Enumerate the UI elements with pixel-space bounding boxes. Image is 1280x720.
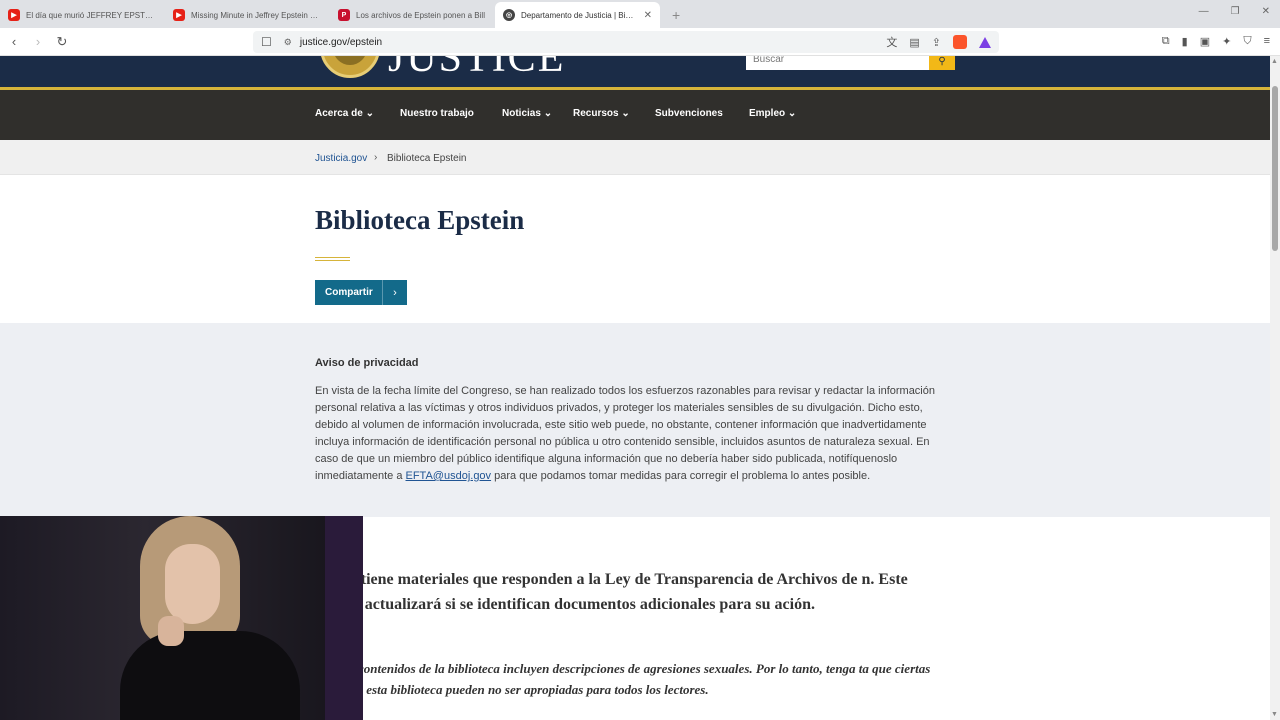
breadcrumb-current: Biblioteca Epstein	[387, 153, 467, 164]
wallet-icon[interactable]: ▣	[1200, 35, 1210, 48]
reader-icon[interactable]: ▤	[909, 36, 919, 49]
email-link[interactable]: EFTA@usdoj.gov	[406, 470, 492, 482]
share-icon[interactable]: ⇪	[932, 36, 941, 49]
nav-item-acerca-de[interactable]: Acerca de ⌄	[315, 108, 374, 119]
screenshot-icon[interactable]: ⧉	[1162, 35, 1170, 48]
nav-item-empleo[interactable]: Empleo ⌄	[749, 108, 796, 119]
chevron-down-icon: ⌄	[787, 108, 797, 119]
site-header: JUSTICE Buscar ⚲	[0, 56, 1270, 90]
breadcrumb: Justicia.gov › Biblioteca Epstein	[0, 140, 1270, 175]
nav-label: Noticias	[502, 108, 541, 119]
page-title: Biblioteca Epstein	[315, 205, 525, 235]
privacy-body: En vista de la fecha límite del Congreso…	[315, 383, 945, 485]
toolbar-right-icons: ⧉ ▮ ▣ ✦ ⛉ ≡	[1162, 35, 1270, 48]
privacy-heading: Aviso de privacidad	[315, 357, 419, 369]
menu-icon[interactable]: ≡	[1264, 35, 1270, 48]
chevron-right-icon: ›	[393, 286, 397, 299]
translate-icon[interactable]: 文	[886, 34, 897, 50]
scroll-down-icon[interactable]: ▼	[1271, 711, 1278, 718]
page-title-section: Biblioteca Epstein Compartir ›	[0, 175, 1270, 323]
main-nav: Acerca de ⌄ Nuestro trabajo Noticias ⌄ R…	[0, 90, 1270, 140]
scroll-up-icon[interactable]: ▲	[1271, 58, 1278, 65]
nav-item-subvenciones[interactable]: Subvenciones	[655, 108, 723, 119]
browser-toolbar: ‹ › ↻ ☐ ⚙ justice.gov/epstein 文 ▤ ⇪ ⧉ ▮ …	[0, 28, 1280, 56]
nav-item-noticias[interactable]: Noticias ⌄	[502, 108, 552, 119]
reload-icon[interactable]: ↻	[52, 34, 72, 50]
nav-item-nuestro-trabajo[interactable]: Nuestro trabajo	[400, 108, 474, 119]
browser-tab-active[interactable]: ◎ Departamento de Justicia | Biblio ✕	[495, 2, 660, 28]
scrollbar-thumb[interactable]	[1272, 86, 1278, 251]
leo-ai-icon[interactable]: ✦	[1222, 35, 1231, 48]
nav-label: Nuestro trabajo	[400, 108, 474, 119]
close-window-icon[interactable]: ✕	[1262, 6, 1270, 17]
share-button[interactable]: Compartir ›	[315, 280, 407, 305]
tab-label: Departamento de Justicia | Biblio	[521, 10, 638, 20]
share-label: Compartir	[325, 287, 373, 298]
chevron-down-icon: ⌄	[621, 108, 630, 119]
new-tab-icon[interactable]: +	[660, 2, 692, 28]
nav-label: Subvenciones	[655, 108, 723, 119]
doj-seal-icon: ◎	[503, 9, 515, 21]
nav-item-recursos[interactable]: Recursos ⌄	[573, 108, 630, 119]
search-icon[interactable]: ⚲	[929, 56, 955, 70]
search-input[interactable]: Buscar	[746, 56, 929, 70]
browser-tab[interactable]: ▶ El día que murió JEFFREY EPSTEIN - Y	[0, 2, 165, 28]
tab-label: Missing Minute in Jeffrey Epstein Jail	[191, 10, 322, 20]
privacy-text: para que podamos tomar medidas para corr…	[491, 470, 871, 482]
p-icon: P	[338, 9, 350, 21]
privacy-text: En vista de la fecha límite del Congreso…	[315, 385, 935, 482]
brave-rewards-icon[interactable]	[979, 36, 991, 48]
site-info-icon[interactable]: ⚙	[284, 37, 292, 48]
youtube-icon: ▶	[173, 9, 185, 21]
url-text[interactable]: justice.gov/epstein	[300, 37, 382, 48]
tab-label: Los archivos de Epstein ponen a Bill	[356, 10, 485, 20]
back-icon[interactable]: ‹	[4, 34, 24, 49]
brave-shields-icon[interactable]	[953, 35, 967, 49]
address-bar[interactable]: ☐ ⚙ justice.gov/epstein 文 ▤ ⇪	[253, 31, 999, 53]
webcam-overlay	[0, 516, 363, 720]
browser-tab-bar: ▶ El día que murió JEFFREY EPSTEIN - Y ▶…	[0, 0, 1280, 28]
webcam-light	[325, 516, 363, 720]
vpn-icon[interactable]: ⛉	[1243, 35, 1251, 48]
chevron-right-icon: ›	[374, 152, 378, 163]
breadcrumb-home-link[interactable]: Justicia.gov	[315, 153, 367, 164]
webcam-person-body	[120, 631, 300, 720]
sidebar-icon[interactable]: ▮	[1182, 35, 1188, 48]
webcam-person-face	[165, 544, 220, 624]
browser-tab[interactable]: P Los archivos de Epstein ponen a Bill	[330, 2, 495, 28]
chevron-down-icon: ⌄	[365, 108, 374, 119]
page-scrollbar[interactable]: ▲ ▼	[1270, 56, 1280, 720]
youtube-icon: ▶	[8, 9, 20, 21]
intro-paragraph: tio contiene materiales que responden a …	[315, 571, 908, 613]
restore-icon[interactable]: ❐	[1231, 6, 1240, 17]
minimize-icon[interactable]: —	[1199, 6, 1209, 17]
nav-label: Acerca de	[315, 108, 363, 119]
bookmark-icon[interactable]: ☐	[261, 35, 272, 49]
close-icon[interactable]: ✕	[644, 10, 652, 21]
nav-label: Recursos	[573, 108, 619, 119]
justice-wordmark[interactable]: JUSTICE	[388, 56, 565, 82]
doj-seal-logo[interactable]	[320, 56, 380, 78]
privacy-notice: Aviso de privacidad En vista de la fecha…	[0, 323, 1270, 517]
browser-tab[interactable]: ▶ Missing Minute in Jeffrey Epstein Jail	[165, 2, 330, 28]
title-divider	[315, 257, 350, 261]
window-controls: — ❐ ✕	[1199, 6, 1270, 17]
address-bar-actions: 文 ▤ ⇪	[886, 34, 991, 50]
nav-label: Empleo	[749, 108, 786, 119]
content-warning: e de los contenidos de la biblioteca inc…	[315, 661, 931, 697]
tab-label: El día que murió JEFFREY EPSTEIN - Y	[26, 10, 157, 20]
forward-icon[interactable]: ›	[28, 34, 48, 49]
chevron-down-icon: ⌄	[543, 108, 553, 119]
webcam-person-hand	[158, 616, 184, 646]
